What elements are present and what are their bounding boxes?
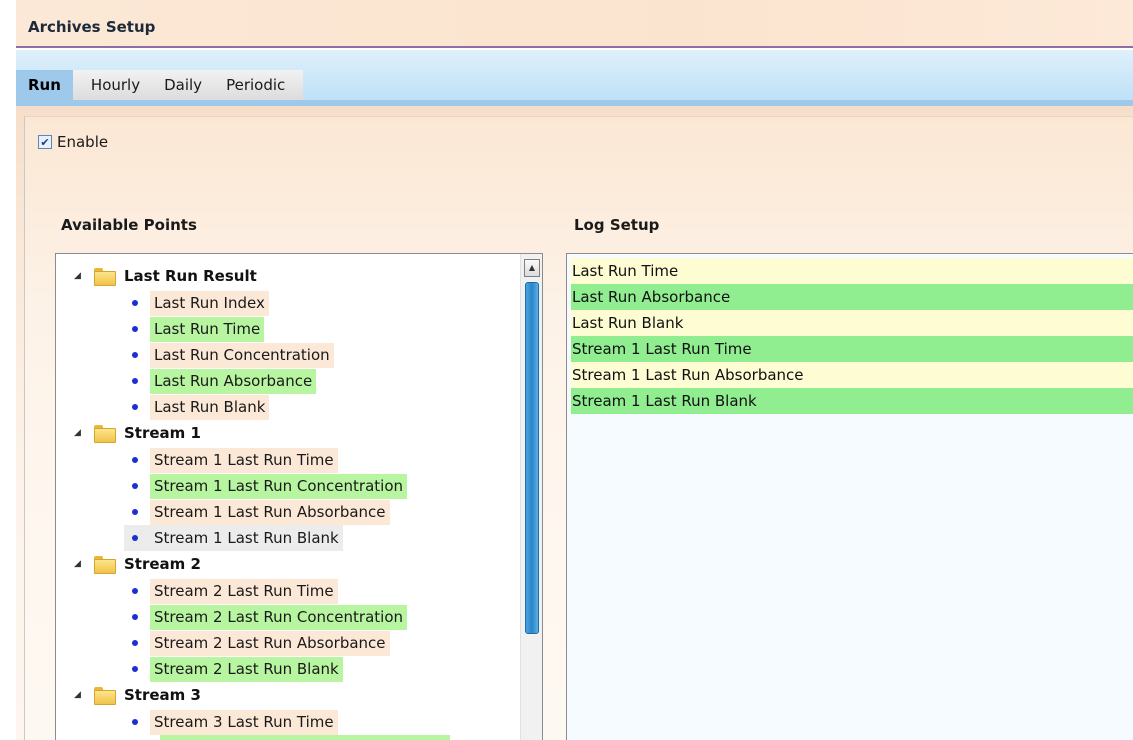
- tree-group-label: Stream 1: [124, 424, 201, 442]
- bullet-icon: [132, 640, 138, 646]
- bullet-icon: [132, 378, 138, 384]
- bullet-icon: [132, 352, 138, 358]
- log-item[interactable]: Stream 1 Last Run Time: [571, 336, 1133, 362]
- tree-item-label: Last Run Absorbance: [150, 368, 317, 394]
- tree-item[interactable]: Stream 3 Last Run Time: [132, 709, 338, 735]
- tree-item[interactable]: Last Run Time: [132, 316, 265, 342]
- tree-item[interactable]: Stream 2 Last Run Time: [132, 578, 338, 604]
- tree-item-label: Stream 3 Last Run Time: [150, 709, 338, 735]
- tab-run[interactable]: Run: [16, 70, 73, 100]
- scroll-up-arrow-icon: ▲: [528, 263, 536, 272]
- tree-item[interactable]: Stream 1 Last Run Time: [132, 447, 338, 473]
- bullet-icon: [132, 326, 138, 332]
- bullet-icon: [132, 300, 138, 306]
- tree-group-stream-1[interactable]: ◢ Stream 1: [74, 420, 201, 446]
- tree-group-stream-3[interactable]: ◢ Stream 3: [74, 682, 201, 708]
- available-points-title: Available Points: [61, 216, 197, 234]
- tree-item-label: Stream 2 Last Run Blank: [150, 656, 343, 682]
- tree-item-label: Stream 1 Last Run Absorbance: [150, 499, 390, 525]
- tree-scrollbar[interactable]: ▲: [520, 254, 542, 740]
- scroll-thumb[interactable]: [525, 282, 539, 634]
- expander-icon[interactable]: ◢: [74, 271, 84, 281]
- tree-item-label: Stream 2 Last Run Concentration: [150, 604, 408, 630]
- folder-icon: [94, 556, 116, 574]
- title-bar: Archives Setup: [16, 0, 1133, 48]
- enable-checkbox[interactable]: ✔: [38, 135, 52, 149]
- bullet-icon: [132, 509, 138, 515]
- tree-item-label: Last Run Index: [150, 290, 269, 316]
- tree-item[interactable]: Stream 2 Last Run Blank: [132, 656, 343, 682]
- tree-item[interactable]: Last Run Absorbance: [132, 368, 317, 394]
- tab-hourly[interactable]: Hourly: [72, 70, 153, 100]
- tree-item-selected[interactable]: Stream 1 Last Run Blank: [124, 525, 343, 551]
- window-title: Archives Setup: [28, 18, 156, 36]
- folder-icon: [94, 687, 116, 705]
- tree-group-stream-2[interactable]: ◢ Stream 2: [74, 551, 201, 577]
- tree-item[interactable]: Last Run Concentration: [132, 342, 334, 368]
- tree-item-label: Stream 2 Last Run Absorbance: [150, 630, 390, 656]
- tree-group-label: Stream 2: [124, 555, 201, 573]
- tree-item-label: Last Run Time: [150, 316, 265, 342]
- tree-item[interactable]: Stream 1 Last Run Concentration: [132, 473, 408, 499]
- available-points-tree[interactable]: ▲ ◢ Last Run Result Last Run Index Last …: [55, 253, 543, 740]
- bullet-icon: [132, 483, 138, 489]
- folder-icon: [94, 268, 116, 286]
- bullet-icon: [132, 666, 138, 672]
- log-item[interactable]: Stream 1 Last Run Blank: [571, 388, 1133, 414]
- tree-item[interactable]: Last Run Index: [132, 290, 269, 316]
- folder-icon: [94, 425, 116, 443]
- bullet-icon: [132, 614, 138, 620]
- bullet-icon: [132, 588, 138, 594]
- expander-icon[interactable]: ◢: [74, 428, 84, 438]
- enable-row[interactable]: ✔ Enable: [38, 133, 108, 151]
- tree-item[interactable]: Stream 2 Last Run Concentration: [132, 604, 408, 630]
- log-item[interactable]: Last Run Blank: [571, 310, 1133, 336]
- tab-periodic[interactable]: Periodic: [214, 70, 304, 100]
- expander-icon[interactable]: ◢: [74, 559, 84, 569]
- tree-item-label: Last Run Concentration: [150, 342, 334, 368]
- tree-item-label: Stream 1 Last Run Concentration: [150, 473, 408, 499]
- tree-item-label: Stream 1 Last Run Blank: [150, 525, 343, 551]
- tree-item[interactable]: Stream 2 Last Run Absorbance: [132, 630, 390, 656]
- log-item[interactable]: Last Run Time: [571, 258, 1133, 284]
- tree-group-label: Stream 3: [124, 686, 201, 704]
- log-item[interactable]: Stream 1 Last Run Absorbance: [571, 362, 1133, 388]
- bullet-icon: [132, 535, 138, 541]
- tree-item-label: Stream 2 Last Run Time: [150, 578, 338, 604]
- tree-item-label: Stream 1 Last Run Time: [150, 447, 338, 473]
- log-setup-title: Log Setup: [574, 216, 660, 234]
- tab-daily[interactable]: Daily: [152, 70, 215, 100]
- tree-item[interactable]: Last Run Blank: [132, 394, 270, 420]
- bullet-icon: [132, 457, 138, 463]
- tree-group-last-run-result[interactable]: ◢ Last Run Result: [74, 263, 257, 289]
- enable-label[interactable]: Enable: [57, 133, 108, 151]
- log-setup-list[interactable]: Last Run Time Last Run Absorbance Last R…: [566, 253, 1133, 740]
- expander-icon[interactable]: ◢: [74, 690, 84, 700]
- tab-bar: Run Hourly Daily Periodic: [16, 70, 304, 100]
- bullet-icon: [132, 719, 138, 725]
- log-item[interactable]: Last Run Absorbance: [571, 284, 1133, 310]
- scroll-up-button[interactable]: ▲: [524, 259, 540, 277]
- tree-item-label: Last Run Blank: [150, 394, 270, 420]
- bullet-icon: [132, 404, 138, 410]
- tree-item-partial: [160, 735, 450, 740]
- checkmark-icon: ✔: [40, 135, 50, 149]
- tree-item[interactable]: Stream 1 Last Run Absorbance: [132, 499, 390, 525]
- tree-group-label: Last Run Result: [124, 267, 257, 285]
